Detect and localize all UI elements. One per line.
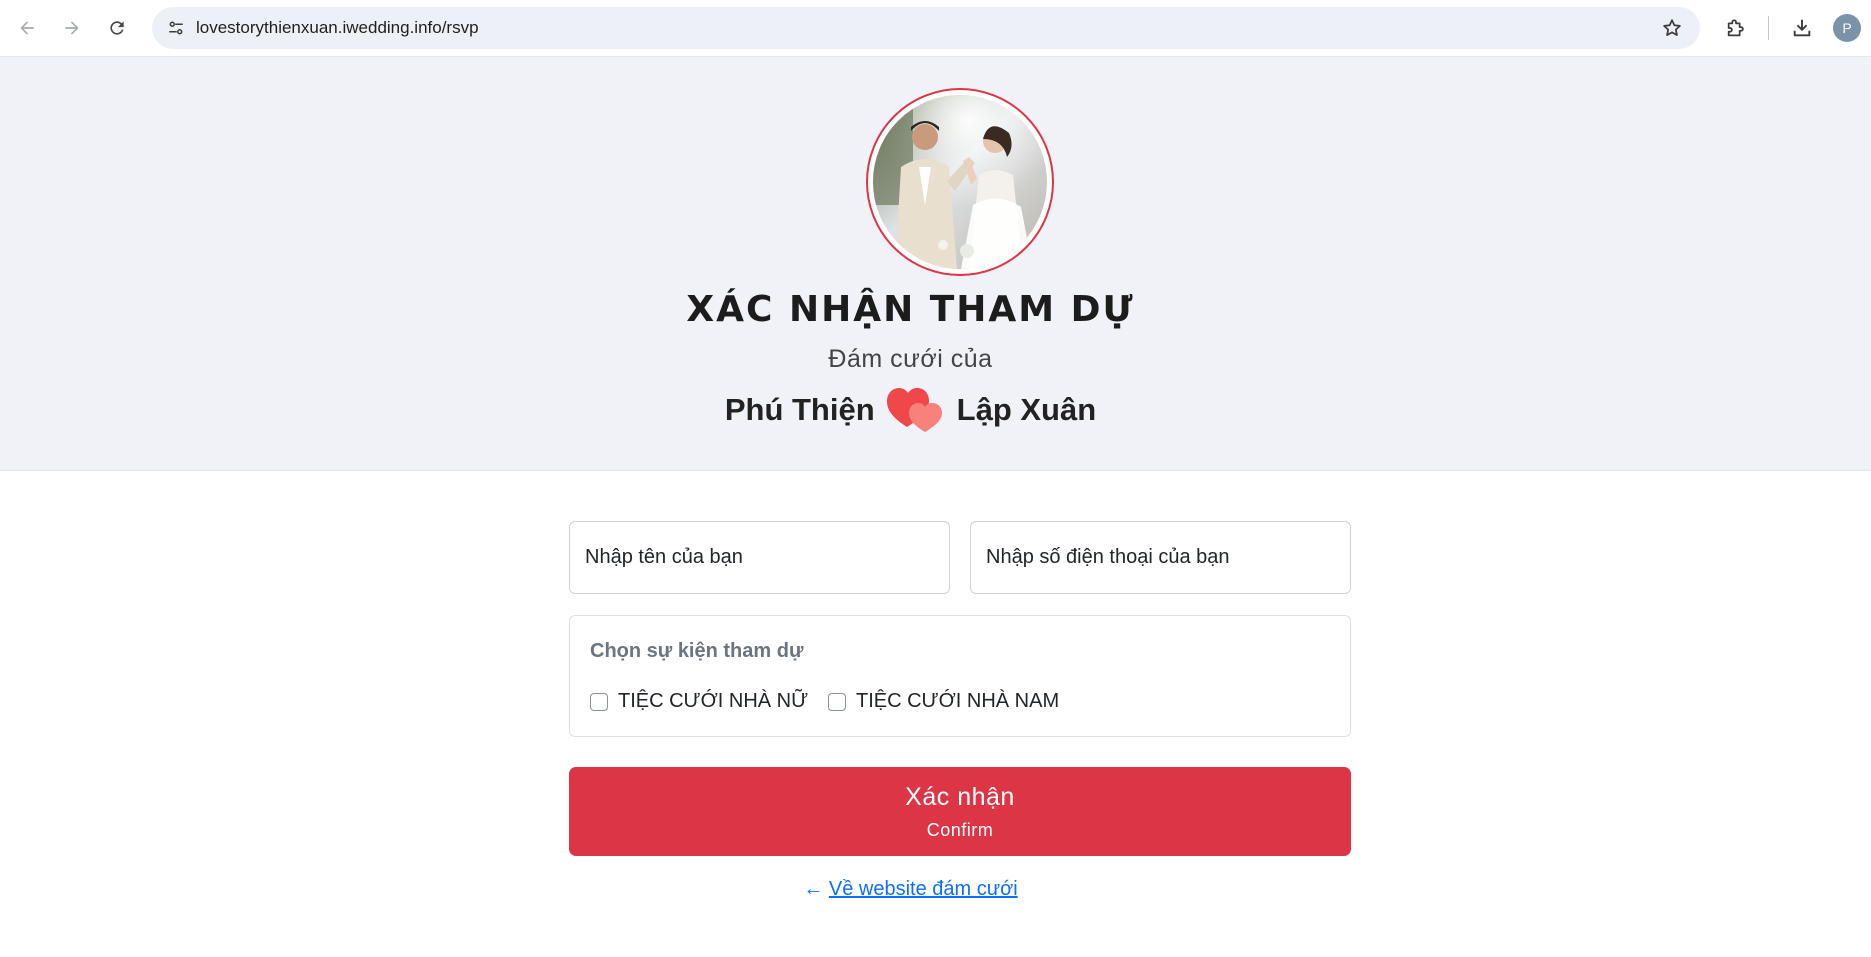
back-arrow-icon [20,21,34,35]
reload-icon [110,21,124,35]
reload-button[interactable] [99,10,135,46]
bookmark-button[interactable] [1656,12,1688,44]
event-option-groom[interactable]: TIỆC CƯỚI NHÀ NAM [828,690,1059,713]
groom-name: Phú Thiện [724,392,875,427]
extensions-button[interactable] [1718,10,1754,46]
url-text[interactable]: lovestorythienxuan.iwedding.info/rsvp [196,18,479,38]
phone-field[interactable] [970,521,1351,594]
name-input[interactable] [570,522,949,593]
page-subtitle: Đám cưới của [828,345,993,373]
browser-toolbar: lovestorythienxuan.iwedding.info/rsvp P [0,0,1871,57]
event-selection-label: Chọn sự kiện tham dự [590,640,804,662]
site-info-button[interactable] [160,12,192,44]
download-icon [1793,19,1811,37]
confirm-label: Xác nhận [905,783,1015,811]
forward-button[interactable] [54,10,90,46]
couple-photo [873,95,1047,269]
page-title: XÁC NHẬN THAM DỰ [686,289,1135,330]
confirm-sublabel: Confirm [926,820,994,840]
downloads-button[interactable] [1784,10,1820,46]
name-field[interactable] [569,521,950,594]
event-option-label: TIỆC CƯỚI NHÀ NAM [856,690,1060,712]
back-to-website-link[interactable]: ← Về website đám cưới [0,878,1871,901]
bride-name: Lập Xuân [956,392,1097,427]
couple-photo-frame [866,88,1054,276]
phone-input[interactable] [971,522,1350,593]
event-selection-box: Chọn sự kiện tham dự TIỆC CƯỚI NHÀ NỮ TI… [569,615,1351,737]
event-option-label: TIỆC CƯỚI NHÀ NỮ [618,690,809,712]
back-button[interactable] [9,10,45,46]
toolbar-divider [1768,16,1769,40]
puzzle-icon [1727,19,1744,37]
hearts-icon [886,388,942,432]
couple-names: Phú Thiện Lập Xuân [0,387,1871,433]
profile-avatar[interactable]: P [1833,14,1861,42]
event-checkbox[interactable] [590,692,608,711]
forward-arrow-icon [65,21,79,35]
event-option-bride[interactable]: TIỆC CƯỚI NHÀ NỮ [590,690,808,713]
address-bar[interactable]: lovestorythienxuan.iwedding.info/rsvp [152,7,1700,49]
star-icon [1663,19,1681,36]
left-arrow-icon: ← [803,878,824,900]
event-checkbox[interactable] [828,692,846,711]
tune-icon [169,21,183,35]
back-link-text[interactable]: Về website đám cưới [829,878,1018,900]
confirm-button[interactable]: Xác nhận Confirm [569,767,1351,856]
rsvp-header: XÁC NHẬN THAM DỰ Đám cưới của Phú Thiện … [0,57,1871,471]
